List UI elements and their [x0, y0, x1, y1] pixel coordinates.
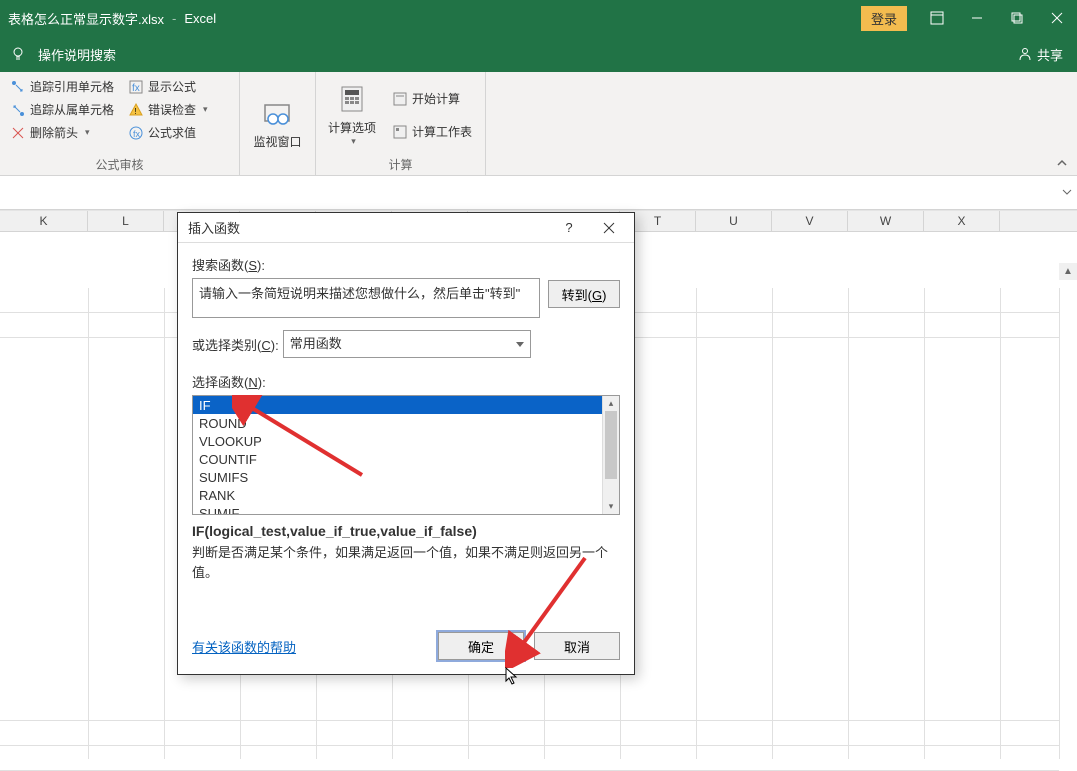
svg-text:fx: fx: [132, 83, 140, 94]
calculate-now-button[interactable]: 开始计算: [388, 88, 476, 109]
scroll-up-icon[interactable]: ▴: [603, 396, 619, 411]
column-header[interactable]: V: [772, 211, 848, 231]
collapse-ribbon-button[interactable]: [1055, 156, 1069, 173]
category-label: 或选择类别(C):: [192, 335, 279, 354]
tell-me-bar: 操作说明搜索 共享: [0, 36, 1077, 72]
category-select[interactable]: 常用函数: [283, 330, 531, 358]
list-item[interactable]: VLOOKUP: [193, 432, 619, 450]
group-label-audit: 公式审核: [6, 154, 233, 173]
dialog-close-button[interactable]: [590, 214, 628, 242]
select-function-label: 选择函数(N):: [192, 372, 620, 391]
minimize-button[interactable]: [957, 0, 997, 36]
column-header[interactable]: K: [0, 211, 88, 231]
title-bar: 表格怎么正常显示数字.xlsx - Excel 登录: [0, 0, 1077, 36]
cancel-button[interactable]: 取消: [534, 632, 620, 660]
function-help-link[interactable]: 有关该函数的帮助: [192, 637, 296, 656]
go-button[interactable]: 转到(G): [548, 280, 620, 308]
close-window-button[interactable]: [1037, 0, 1077, 36]
search-function-input[interactable]: 请输入一条简短说明来描述您想做什么，然后单击"转到": [192, 278, 540, 318]
ribbon-display-options-button[interactable]: [917, 0, 957, 36]
ribbon: 追踪引用单元格 追踪从属单元格 删除箭头▾ fx显示公式 !错误检查▾ fx公式…: [0, 72, 1077, 176]
column-header[interactable]: X: [924, 211, 1000, 231]
app-name: Excel: [184, 11, 216, 26]
remove-arrows-button[interactable]: 删除箭头▾: [6, 122, 118, 143]
svg-text:!: !: [135, 107, 137, 116]
dialog-title: 插入函数: [188, 218, 240, 237]
error-checking-button[interactable]: !错误检查▾: [124, 99, 212, 120]
share-button[interactable]: 共享: [1017, 45, 1063, 64]
list-item[interactable]: RANK: [193, 486, 619, 504]
column-header[interactable]: U: [696, 211, 772, 231]
tell-me-input[interactable]: 操作说明搜索: [38, 45, 116, 64]
function-signature: IF(logical_test,value_if_true,value_if_f…: [192, 523, 620, 539]
insert-function-dialog: 插入函数 ? 搜索函数(S): 请输入一条简短说明来描述您想做什么，然后单击"转…: [177, 212, 635, 675]
list-item[interactable]: IF: [193, 396, 619, 414]
show-formulas-button[interactable]: fx显示公式: [124, 76, 212, 97]
scrollbar-thumb[interactable]: [605, 411, 617, 479]
list-item[interactable]: SUMIF: [193, 504, 619, 515]
svg-text:fx: fx: [133, 129, 141, 139]
function-listbox[interactable]: IF ROUND VLOOKUP COUNTIF SUMIFS RANK SUM…: [192, 395, 620, 515]
trace-dependents-button[interactable]: 追踪从属单元格: [6, 99, 118, 120]
expand-formula-bar-button[interactable]: [1060, 185, 1074, 199]
list-item[interactable]: SUMIFS: [193, 468, 619, 486]
ok-button[interactable]: 确定: [438, 632, 524, 660]
scroll-up-button[interactable]: ▲: [1059, 263, 1077, 280]
trace-precedents-button[interactable]: 追踪引用单元格: [6, 76, 118, 97]
list-item[interactable]: ROUND: [193, 414, 619, 432]
scroll-down-icon[interactable]: ▾: [603, 499, 619, 514]
maximize-button[interactable]: [997, 0, 1037, 36]
watch-window-button[interactable]: 监视窗口: [247, 76, 307, 171]
document-title: 表格怎么正常显示数字.xlsx: [0, 9, 164, 28]
dialog-titlebar[interactable]: 插入函数 ?: [178, 213, 634, 243]
column-header[interactable]: W: [848, 211, 924, 231]
group-label-calc: 计算: [322, 154, 479, 173]
list-item[interactable]: COUNTIF: [193, 450, 619, 468]
listbox-scrollbar[interactable]: ▴ ▾: [602, 396, 619, 514]
lightbulb-icon: [10, 46, 26, 62]
evaluate-formula-button[interactable]: fx公式求值: [124, 122, 212, 143]
function-description: 判断是否满足某个条件，如果满足返回一个值，如果不满足则返回另一个值。: [192, 543, 620, 582]
search-function-label: 搜索函数(S):: [192, 255, 620, 274]
calculate-sheet-button[interactable]: 计算工作表: [388, 121, 476, 142]
dialog-help-button[interactable]: ?: [550, 214, 588, 242]
formula-bar[interactable]: [0, 176, 1077, 210]
calculation-options-button[interactable]: 计算选项 ▾: [322, 76, 382, 154]
column-header[interactable]: L: [88, 211, 164, 231]
login-button[interactable]: 登录: [861, 6, 907, 31]
